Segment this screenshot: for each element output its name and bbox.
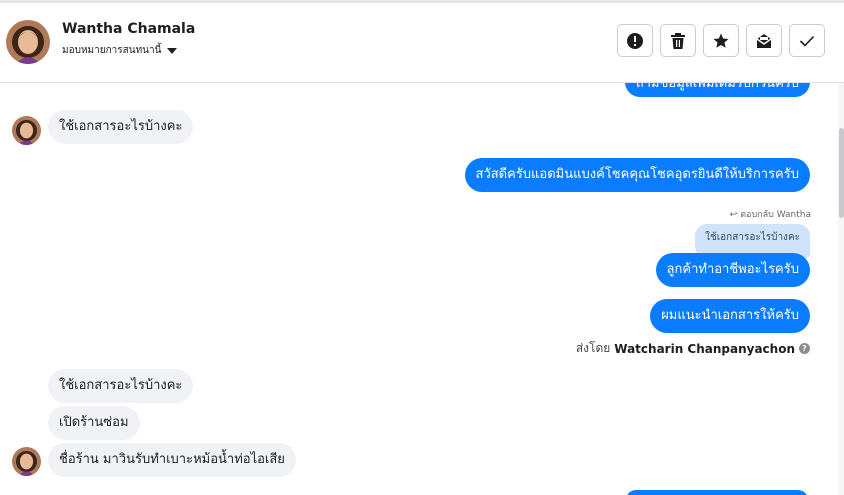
reply-note: ↩ ตอบกลับ Wantha — [730, 207, 811, 221]
message-thread[interactable]: ถามข้อมูลเพิ่มเติมรบกวนครับ ใช้เอกสารอะไ… — [0, 83, 838, 495]
checkmark-icon — [799, 35, 815, 47]
mark-unread-icon — [756, 33, 772, 48]
star-button[interactable] — [703, 24, 739, 57]
alert-icon — [627, 32, 643, 49]
message-text: ใช้เอกสารอะไรบ้างคะ — [59, 378, 183, 393]
contact-avatar[interactable] — [6, 20, 50, 64]
trash-icon — [671, 32, 685, 49]
reply-note-text: ตอบกลับ Wantha — [740, 210, 811, 220]
message-bubble-incoming[interactable]: ใช้เอกสารอะไรบ้างคะ — [48, 369, 194, 403]
message-bubble-incoming[interactable]: ชื่อร้าน มาวินรับทำเบาะหม้อน้ำท่อไอเสีย — [48, 443, 296, 477]
message-text: เปิดร้านซ่อม — [59, 415, 129, 430]
message-bubble-outgoing[interactable]: ผมแนะนำเอกสารให้ครับ — [650, 299, 810, 333]
conversation-header: Wantha Chamala มอบหมายการสนทนานี้ — [0, 0, 844, 83]
message-bubble-incoming[interactable]: ใช้เอกสารอะไรบ้างคะ — [48, 110, 194, 144]
message-text: สวัสดีครับแอดมินแบงค์โชคคุณโชคอุดรยินดีใ… — [475, 167, 799, 182]
star-icon — [713, 33, 729, 48]
contact-avatar[interactable] — [12, 447, 41, 476]
message-text: ลูกค้าทำอาชีพอะไรครับ — [666, 262, 799, 277]
message-bubble-outgoing[interactable]: ถามข้อมูลเพิ่มเติมรบกวนครับ — [624, 83, 810, 97]
contact-avatar[interactable] — [12, 116, 41, 145]
message-text: ผมแนะนำเอกสารให้ครับ — [661, 308, 799, 323]
message-bubble-outgoing[interactable]: สวัสดีครับแอดมินแบงค์โชคคุณโชคอุดรยินดีใ… — [464, 158, 810, 192]
scrollbar-thumb[interactable] — [839, 128, 844, 218]
message-bubble-outgoing[interactable] — [626, 490, 808, 495]
help-icon[interactable]: ? — [799, 343, 810, 354]
message-text: ถามข้อมูลเพิ่มเติมรบกวนครับ — [635, 83, 799, 91]
delete-button[interactable] — [660, 24, 696, 57]
assign-label: มอบหมายการสนทนานี้ — [62, 45, 162, 56]
caret-down-icon[interactable] — [167, 47, 178, 54]
mark-unread-button[interactable] — [746, 24, 782, 57]
assign-conversation-dropdown[interactable]: มอบหมายการสนทนานี้ — [62, 43, 178, 58]
message-bubble-outgoing[interactable]: ลูกค้าทำอาชีพอะไรครับ — [655, 253, 810, 287]
message-bubble-incoming[interactable]: เปิดร้านซ่อม — [48, 406, 140, 440]
reply-icon: ↩ — [729, 210, 741, 220]
reply-quote-text: ใช้เอกสารอะไรบ้างคะ — [705, 232, 800, 243]
contact-name: Wantha Chamala — [62, 21, 196, 37]
report-button[interactable] — [617, 24, 653, 57]
sender-name: Watcharin Chanpanyachon — [614, 341, 795, 356]
message-text: ชื่อร้าน มาวินรับทำเบาะหม้อน้ำท่อไอเสีย — [59, 452, 285, 467]
message-text: ใช้เอกสารอะไรบ้างคะ — [59, 119, 183, 134]
mark-done-button[interactable] — [789, 24, 825, 57]
top-divider — [0, 0, 844, 3]
sent-by-label: ส่งโดย Watcharin Chanpanyachon ? — [576, 339, 810, 358]
sent-by-prefix: ส่งโดย — [575, 341, 611, 355]
